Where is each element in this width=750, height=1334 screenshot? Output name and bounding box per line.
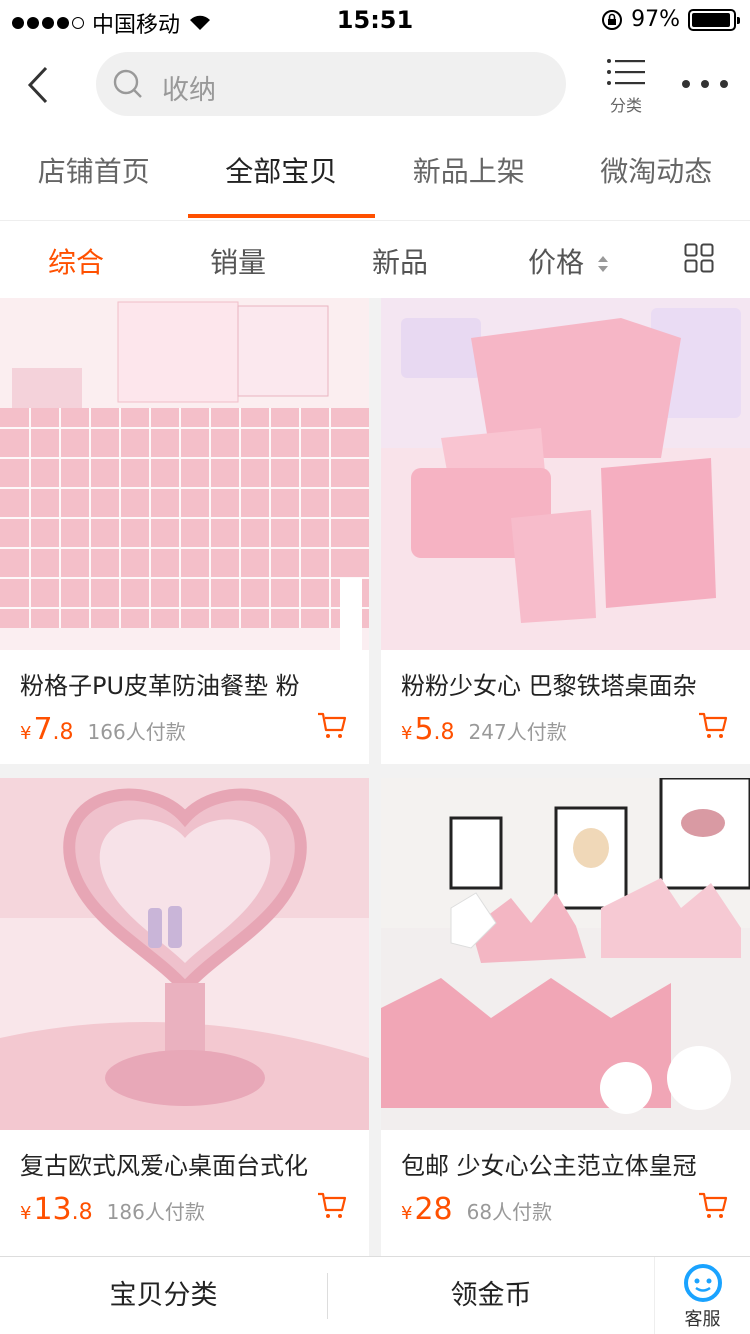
sales-count: 247人付款: [468, 720, 567, 744]
price-decimal: .8: [433, 720, 455, 745]
battery-icon: [688, 8, 740, 31]
item-category-button[interactable]: 宝贝分类: [0, 1257, 327, 1334]
back-button[interactable]: [18, 62, 64, 108]
shop-tabs: 店铺首页 全部宝贝 新品上架 微淘动态: [0, 130, 750, 220]
price-integer: 7: [33, 712, 53, 747]
price-decimal: .8: [52, 720, 74, 745]
sales-count: 68人付款: [466, 1200, 553, 1224]
product-title: 粉粉少女心 巴黎铁塔桌面杂: [401, 672, 697, 700]
currency-symbol: ¥: [20, 1203, 32, 1224]
price-integer: 13: [33, 1192, 72, 1227]
more-dot: [701, 80, 709, 88]
cart-icon[interactable]: [698, 710, 728, 740]
price-row: ¥ 28 68人付款: [401, 1192, 552, 1227]
more-dot: [682, 80, 690, 88]
product-image: [0, 778, 369, 1130]
product-image: [381, 298, 750, 650]
category-button[interactable]: 分类: [598, 58, 654, 118]
rotation-lock-icon: [602, 9, 623, 30]
cart-icon[interactable]: [317, 710, 347, 740]
status-right: 97%: [601, 7, 740, 32]
product-card[interactable]: 复古欧式风爱心桌面台式化 ¥ 13 .8 186人付款: [0, 778, 369, 1256]
price-decimal: .8: [71, 1200, 93, 1225]
sales-count: 166人付款: [87, 720, 186, 744]
customer-service-button[interactable]: 客服: [654, 1257, 750, 1334]
search-input[interactable]: 收纳: [96, 52, 566, 116]
product-card[interactable]: 粉粉少女心 巴黎铁塔桌面杂 ¥ 5 .8 247人付款: [381, 298, 750, 764]
category-label: 分类: [609, 96, 642, 115]
status-bar: 中国移动 15:51 97%: [0, 0, 750, 40]
battery-percent: 97%: [631, 7, 680, 32]
tab-weitao[interactable]: 微淘动态: [563, 130, 750, 220]
currency-symbol: ¥: [401, 1203, 413, 1224]
bottom-bar: 宝贝分类 领金币 客服: [0, 1256, 750, 1334]
sort-arrows-icon: [597, 256, 608, 272]
price-integer: 28: [414, 1192, 453, 1227]
currency-symbol: ¥: [20, 723, 32, 744]
product-card[interactable]: 包邮 少女心公主范立体皇冠 ¥ 28 68人付款: [381, 778, 750, 1256]
grid-layout-icon[interactable]: [684, 243, 714, 273]
search-placeholder: 收纳: [162, 75, 216, 106]
customer-service-label: 客服: [684, 1309, 721, 1330]
search-icon: [113, 69, 142, 98]
filter-new[interactable]: 新品: [372, 241, 428, 281]
sales-count: 186人付款: [106, 1200, 205, 1224]
more-button[interactable]: [682, 70, 728, 98]
cart-icon[interactable]: [698, 1190, 728, 1220]
price-integer: 5: [414, 712, 434, 747]
filter-price[interactable]: 价格: [528, 241, 609, 281]
product-card[interactable]: 粉格子PU皮革防油餐垫 粉 ¥ 7 .8 166人付款: [0, 298, 369, 764]
product-image: [381, 778, 750, 1130]
product-image: [0, 298, 369, 650]
customer-service-icon: [683, 1264, 722, 1302]
filter-price-label: 价格: [528, 246, 585, 279]
tab-shop-home[interactable]: 店铺首页: [0, 130, 188, 220]
product-title: 复古欧式风爱心桌面台式化: [20, 1152, 308, 1180]
cart-icon[interactable]: [317, 1190, 347, 1220]
more-dot: [720, 80, 728, 88]
tab-all-items[interactable]: 全部宝贝: [187, 130, 376, 220]
collect-coins-button[interactable]: 领金币: [328, 1257, 654, 1334]
tab-new-arrivals[interactable]: 新品上架: [375, 130, 563, 220]
currency-symbol: ¥: [401, 723, 413, 744]
price-row: ¥ 7 .8 166人付款: [20, 712, 186, 747]
sort-filters: 综合 销量 新品 价格: [0, 220, 750, 298]
navbar: 收纳 分类: [0, 40, 750, 130]
product-title: 包邮 少女心公主范立体皇冠: [401, 1152, 697, 1180]
filter-overall[interactable]: 综合: [48, 241, 104, 281]
list-icon: [607, 59, 645, 85]
product-title: 粉格子PU皮革防油餐垫 粉: [20, 672, 300, 700]
price-row: ¥ 13 .8 186人付款: [20, 1192, 205, 1227]
price-row: ¥ 5 .8 247人付款: [401, 712, 567, 747]
filter-sales[interactable]: 销量: [210, 241, 266, 281]
